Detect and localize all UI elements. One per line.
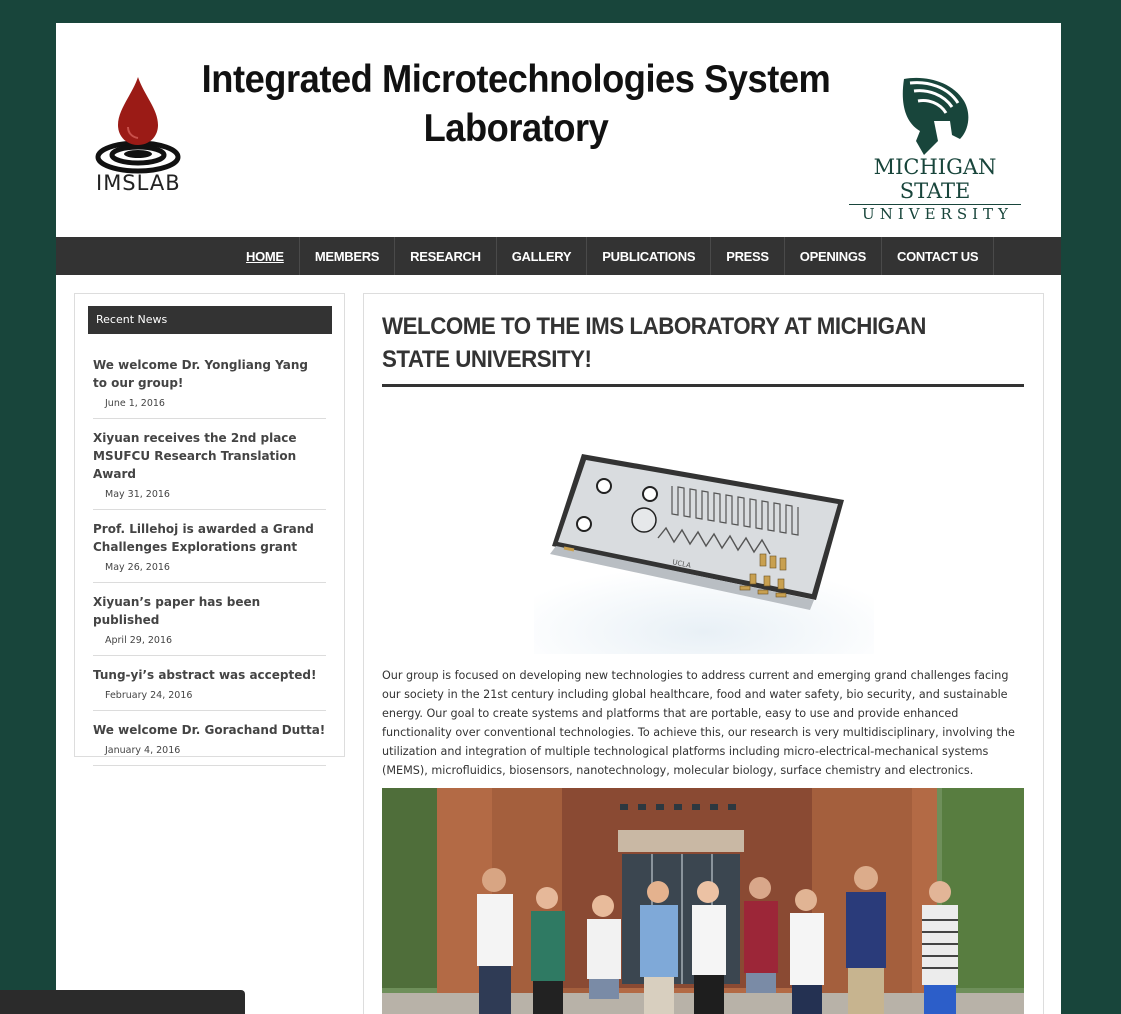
nav-item-label: OPENINGS — [799, 248, 867, 264]
nav-item-members[interactable]: MEMBERS — [300, 237, 396, 275]
nav-item-gallery[interactable]: GALLERY — [497, 237, 588, 275]
bottom-toolbar[interactable] — [0, 990, 245, 1014]
site-title-line1: Integrated Microtechnologies System — [201, 58, 831, 101]
news-item: We welcome Dr. Gorachand Dutta! January 4… — [93, 711, 326, 766]
microfluidic-chip-image: UCLA — [534, 454, 874, 654]
nav-item-label: GALLERY — [511, 248, 572, 264]
nav-item-label: HOME — [246, 248, 284, 264]
news-item: Xiyuan’s paper has been published April 2… — [93, 583, 326, 656]
nav-item-label: CONTACT US — [897, 248, 979, 264]
news-date: January 4, 2016 — [105, 745, 181, 756]
news-title-link[interactable]: Tung-yi’s abstract was accepted! — [93, 666, 326, 684]
news-list: We welcome Dr. Yongliang Yang to our gro… — [93, 346, 326, 766]
page: IMSLAB Integrated Microtechnologies Syst… — [56, 23, 1061, 1014]
news-date: May 26, 2016 — [105, 562, 170, 573]
nav-list: HOME MEMBERS RESEARCH GALLERY PUBLICATIONS PR… — [230, 237, 995, 275]
site-header: IMSLAB Integrated Microtechnologies Syst… — [56, 23, 1061, 237]
nav-item-home[interactable]: HOME — [230, 237, 300, 275]
news-item: Tung-yi’s abstract was accepted! February… — [93, 656, 326, 711]
msu-wordmark[interactable]: MICHIGAN STATE UNIVERSITY — [849, 155, 1021, 223]
nav-item-publications[interactable]: PUBLICATIONS — [587, 237, 712, 275]
news-item: We welcome Dr. Yongliang Yang to our gro… — [93, 346, 326, 419]
news-item: Xiyuan receives the 2nd place MSUFCU Res… — [93, 419, 326, 510]
news-date: February 24, 2016 — [105, 690, 193, 701]
nav-item-openings[interactable]: OPENINGS — [785, 237, 883, 275]
sidebar: Recent News We welcome Dr. Yongliang Yan… — [74, 293, 345, 766]
intro-paragraph: Our group is focused on developing new t… — [382, 669, 1015, 777]
news-title-link[interactable]: We welcome Dr. Gorachand Dutta! — [93, 721, 326, 739]
spartan-helmet-icon[interactable] — [894, 75, 974, 165]
nav-item-label: RESEARCH — [410, 248, 481, 264]
site-title-line2: Laboratory — [423, 107, 609, 150]
nav-item-contact-us[interactable]: CONTACT US — [882, 237, 995, 275]
news-title-link[interactable]: Prof. Lillehoj is awarded a Grand Challe… — [93, 520, 326, 556]
news-date: June 1, 2016 — [105, 398, 165, 409]
nav-item-press[interactable]: PRESS — [711, 237, 785, 275]
news-title-link[interactable]: Xiyuan’s paper has been published — [93, 593, 326, 629]
main-nav: HOME MEMBERS RESEARCH GALLERY PUBLICATIONS PR… — [56, 237, 1061, 275]
nav-item-research[interactable]: RESEARCH — [395, 237, 497, 275]
msu-sub: UNIVERSITY — [849, 204, 1021, 223]
news-date: April 29, 2016 — [105, 635, 173, 646]
main-content: WELCOME TO THE IMS LABORATORY AT MICHIGA… — [363, 293, 1044, 1014]
title-divider — [382, 384, 1024, 387]
msu-name: MICHIGAN STATE — [873, 155, 997, 203]
page-title: WELCOME TO THE IMS LABORATORY AT MICHIGA… — [382, 313, 926, 373]
ims-lab-logo-text: IMSLAB — [96, 171, 181, 195]
news-item: Prof. Lillehoj is awarded a Grand Challe… — [93, 510, 326, 583]
group-photo — [382, 788, 1024, 1014]
news-date: May 31, 2016 — [105, 489, 170, 500]
site-title[interactable]: Integrated Microtechnologies System Labo… — [200, 55, 832, 153]
recent-news-title: Recent News — [88, 306, 332, 334]
news-title-link[interactable]: Xiyuan receives the 2nd place MSUFCU Res… — [93, 429, 326, 483]
news-title-link[interactable]: We welcome Dr. Yongliang Yang to our gro… — [93, 356, 326, 392]
nav-item-label: MEMBERS — [314, 248, 380, 264]
nav-item-label: PRESS — [726, 248, 769, 264]
nav-item-label: PUBLICATIONS — [602, 248, 696, 264]
